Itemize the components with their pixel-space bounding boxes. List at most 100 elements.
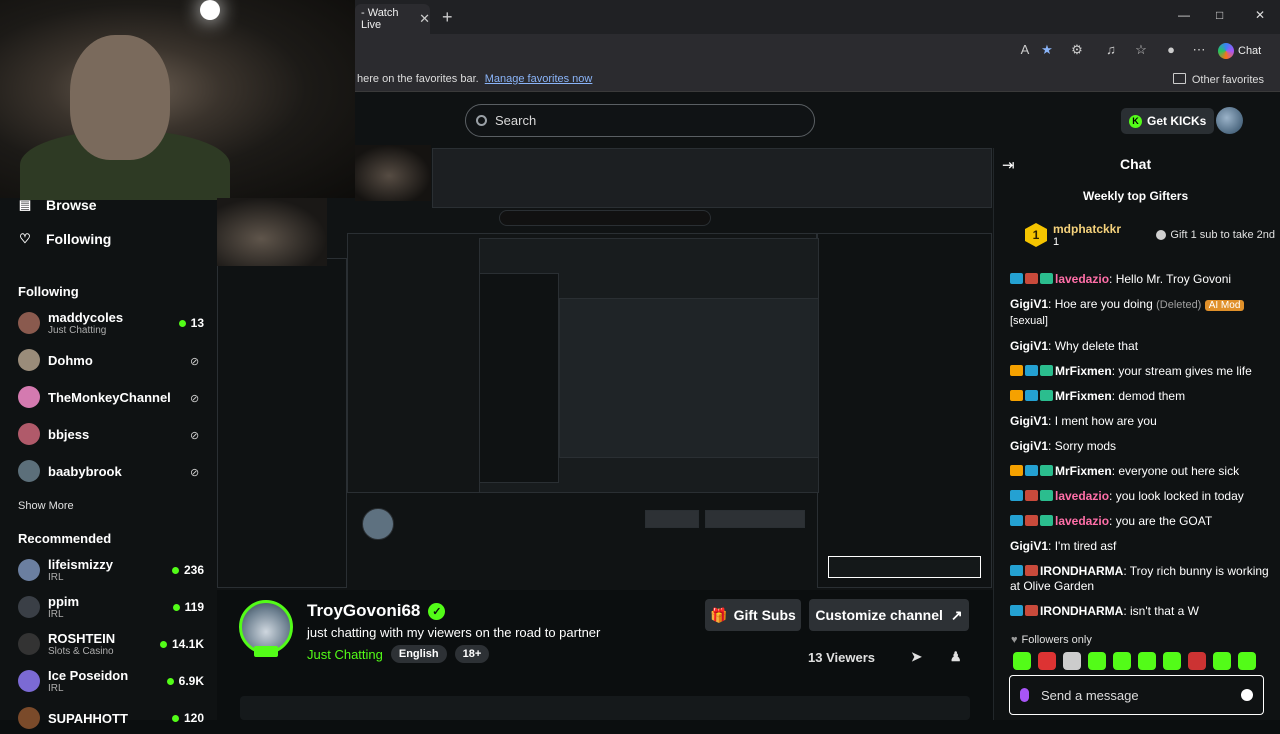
new-tab-button[interactable]: + — [442, 7, 453, 28]
viewer-count: 119 — [184, 600, 204, 614]
emote[interactable] — [1238, 652, 1256, 670]
webcam-light — [200, 0, 220, 20]
verified-icon: ✓ — [428, 602, 446, 620]
collapse-chat-icon[interactable]: ⇥ — [1002, 156, 1015, 174]
close-icon[interactable]: ✕ — [419, 11, 430, 27]
emote[interactable] — [1163, 652, 1181, 670]
emote[interactable] — [1138, 652, 1156, 670]
chat-username[interactable]: GigiV1 — [1010, 539, 1048, 553]
user-avatar[interactable] — [1216, 107, 1243, 134]
sidebar-channel[interactable]: maddycoles Just Chatting 13 — [18, 307, 204, 339]
mic-icon[interactable] — [1020, 688, 1029, 702]
channel-avatar — [18, 386, 40, 408]
manage-favorites-link[interactable]: Manage favorites now — [485, 73, 593, 85]
sidebar-channel[interactable]: ROSHTEIN Slots & Casino 14.1K — [18, 628, 204, 660]
webcam-overlay-mirror — [217, 198, 327, 266]
chat-username[interactable]: IRONDHARMA — [1040, 604, 1123, 618]
favorite-star-icon[interactable]: ★ — [1038, 41, 1056, 59]
emote[interactable] — [1038, 652, 1056, 670]
emote[interactable] — [1213, 652, 1231, 670]
chat-text: you are the GOAT — [1115, 514, 1213, 528]
favorites-icon[interactable]: ☆ — [1132, 41, 1150, 59]
tag-mature[interactable]: 18+ — [454, 645, 490, 663]
streamer-avatar[interactable] — [239, 600, 293, 657]
read-aloud-icon[interactable]: A — [1016, 41, 1034, 59]
emoji-icon[interactable] — [1241, 689, 1253, 701]
chat-text: I ment how are you — [1054, 414, 1157, 428]
chat-username[interactable]: IRONDHARMA — [1040, 564, 1123, 578]
emote[interactable] — [1113, 652, 1131, 670]
chat-username[interactable]: lavedazio — [1055, 514, 1109, 528]
gifter-count: 1 — [1053, 236, 1060, 248]
copilot-chat-button[interactable]: Chat — [1218, 40, 1261, 62]
stream-video[interactable] — [217, 148, 993, 590]
weekly-top-gifters-heading: Weekly top Gifters — [1083, 189, 1189, 203]
chat-badge-icon — [1010, 390, 1023, 401]
chat-username[interactable]: lavedazio — [1055, 272, 1109, 286]
chat-badge-icon — [1040, 390, 1053, 401]
channel-name: maddycoles — [48, 310, 124, 325]
sidebar-channel[interactable]: TheMonkeyChannel ⊘ — [18, 381, 204, 413]
sidebar-channel[interactable]: baabybrook ⊘ — [18, 455, 204, 487]
channel-name: SUPAHHOTT — [48, 710, 128, 726]
emote[interactable] — [1063, 652, 1081, 670]
profile-icon[interactable]: ● — [1162, 41, 1180, 59]
chat-message: lavedazio: Hello Mr. Troy Govoni — [1010, 272, 1272, 287]
chat-username[interactable]: MrFixmen — [1055, 364, 1112, 378]
chat-badge-icon — [1010, 565, 1023, 576]
chat-username[interactable]: GigiV1 — [1010, 339, 1048, 353]
browser-tab[interactable]: - Watch Live ✕ — [355, 4, 430, 34]
sidebar-channel[interactable]: Dohmo ⊘ — [18, 344, 204, 376]
nav-following[interactable]: ♡ Following — [18, 231, 111, 247]
streamer-name[interactable]: TroyGovoni68 — [307, 601, 420, 621]
other-favorites[interactable]: Other favorites — [1173, 73, 1264, 86]
category-link[interactable]: Just Chatting — [307, 647, 383, 662]
extensions-icon[interactable]: ⚙ — [1068, 41, 1086, 59]
channel-meta: Ice Poseidon IRL — [48, 668, 167, 694]
maximize-icon[interactable]: □ — [1216, 8, 1223, 22]
get-kicks-button[interactable]: K Get KICKs — [1121, 108, 1215, 134]
gift-subs-button[interactable]: 🎁 Gift Subs — [705, 599, 801, 631]
chat-username[interactable]: lavedazio — [1055, 489, 1109, 503]
webcam-face — [70, 35, 170, 160]
emote[interactable] — [1013, 652, 1031, 670]
chat-badge-icon — [1040, 365, 1053, 376]
show-more-following[interactable]: Show More — [18, 500, 74, 512]
emote-bar — [1013, 652, 1263, 670]
channel-meta: ROSHTEIN Slots & Casino — [48, 631, 160, 657]
sidebar-channel[interactable]: SUPAHHOTT 120 — [18, 702, 204, 734]
chat-username[interactable]: GigiV1 — [1010, 414, 1048, 428]
minimize-icon[interactable]: — — [1178, 8, 1190, 22]
chat-username[interactable]: GigiV1 — [1010, 297, 1048, 311]
chat-message: GigiV1: I'm tired asf — [1010, 539, 1117, 553]
offline-icon: ⊘ — [190, 430, 200, 442]
channel-meta: TheMonkeyChannel — [48, 390, 190, 405]
window-close-icon[interactable]: ✕ — [1255, 8, 1265, 22]
more-icon[interactable]: ⋯ — [1190, 41, 1208, 59]
emote[interactable] — [1188, 652, 1206, 670]
emote[interactable] — [1088, 652, 1106, 670]
chat-text: demod them — [1118, 389, 1186, 403]
sidebar-channel[interactable]: lifeismizzy IRL 236 — [18, 554, 204, 586]
media-icon[interactable]: ♫ — [1102, 41, 1120, 59]
sidebar-channel[interactable]: ppim IRL 119 — [18, 591, 204, 623]
sidebar-channel[interactable]: bbjess ⊘ — [18, 418, 204, 450]
channel-avatar — [18, 460, 40, 482]
chat-username[interactable]: GigiV1 — [1010, 439, 1048, 453]
customize-channel-button[interactable]: Customize channel ↗ — [809, 599, 969, 631]
share-icon[interactable]: ➤ — [911, 649, 922, 665]
chat-username[interactable]: MrFixmen — [1055, 464, 1112, 478]
follow-user-icon[interactable]: ♟ — [950, 649, 962, 665]
chat-message: GigiV1: Why delete that — [1010, 339, 1139, 353]
sidebar-channel[interactable]: Ice Poseidon IRL 6.9K — [18, 665, 204, 697]
channel-meta: Dohmo — [48, 353, 190, 368]
top-gifter[interactable]: 1 mdphatckkr 1 Gift 1 sub to take 2nd — [1025, 218, 1275, 252]
search-input[interactable]: Search — [465, 104, 815, 137]
chat-input[interactable]: Send a message — [1009, 675, 1264, 715]
chat-badge-icon — [1040, 465, 1053, 476]
chat-badge-icon — [1025, 515, 1038, 526]
offline-icon: ⊘ — [190, 467, 200, 479]
chat-username[interactable]: MrFixmen — [1055, 389, 1112, 403]
channel-viewers: 14.1K — [159, 637, 204, 651]
tag-language[interactable]: English — [390, 645, 447, 663]
